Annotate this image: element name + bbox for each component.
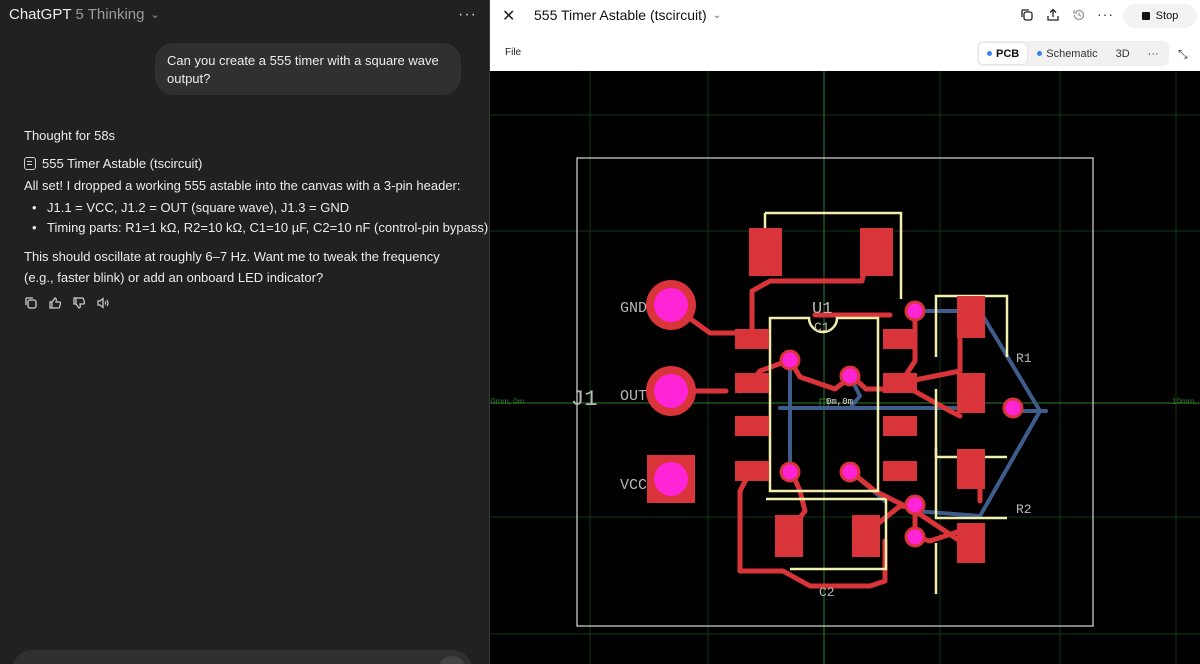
tab-pcb[interactable]: PCB: [979, 43, 1028, 64]
ref-j1: J1: [571, 387, 597, 412]
chat-pane: ChatGPT 5 Thinking ⌄ ··· Can you create …: [0, 0, 489, 664]
close-icon[interactable]: ✕: [502, 6, 515, 26]
more-options-button[interactable]: ···: [1097, 6, 1114, 22]
axis-label-left: 0mm, 0m: [491, 397, 525, 406]
send-button[interactable]: [438, 656, 466, 664]
copy-icon[interactable]: [24, 296, 38, 310]
stop-icon: [1141, 12, 1150, 20]
canvas-header: ✕ 555 Timer Astable (tscircuit) ⌄ ··· St…: [490, 0, 1200, 32]
share-icon[interactable]: [1046, 8, 1060, 22]
chat-header: ChatGPT 5 Thinking ⌄ ···: [0, 0, 489, 32]
model-name: ChatGPT: [9, 6, 72, 23]
ref-u1: U1: [812, 300, 832, 319]
list-item: Timing parts: R1=1 kΩ, R2=10 kΩ, C1=10 µ…: [32, 220, 488, 240]
ref-r1: R1: [1016, 351, 1032, 366]
canvas-title-text: 555 Timer Astable (tscircuit): [534, 7, 707, 23]
copy-icon[interactable]: [1020, 8, 1034, 22]
pin-label-vcc: VCC: [620, 477, 647, 494]
pin-label-gnd: GND: [620, 300, 647, 317]
tab-label: PCB: [996, 47, 1020, 60]
app-window: ChatGPT 5 Thinking ⌄ ··· Can you create …: [0, 0, 1200, 664]
assistant-closing: This should oscillate at roughly 6–7 Hz.…: [24, 249, 440, 285]
stop-label: Stop: [1155, 10, 1179, 22]
tab-label: 3D: [1115, 47, 1130, 60]
pcb-viewer[interactable]: 0mm, 0m 10mm, GND OUT VCC J1 U1 C1 R1 R2…: [490, 71, 1200, 664]
origin-label: 0m,0m: [826, 397, 853, 407]
editor-toolbar: File PCB Schematic 3D ··· ⤡: [490, 38, 1200, 71]
pin-label-out: OUT: [620, 388, 647, 405]
tab-more[interactable]: ···: [1140, 43, 1167, 64]
view-tabs: PCB Schematic 3D ···: [977, 41, 1169, 66]
status-dot: [987, 51, 992, 56]
history-icon[interactable]: [1072, 8, 1086, 22]
canvas-link-label: 555 Timer Astable (tscircuit): [42, 156, 203, 171]
thumbs-up-icon[interactable]: [48, 296, 62, 310]
thumbs-down-icon[interactable]: [72, 296, 86, 310]
user-message: Can you create a 555 timer with a square…: [155, 43, 461, 95]
canvas-pane: ✕ 555 Timer Astable (tscircuit) ⌄ ··· St…: [489, 0, 1200, 664]
read-aloud-icon[interactable]: [96, 296, 110, 310]
model-picker[interactable]: ChatGPT 5 Thinking ⌄: [9, 6, 160, 23]
tab-schematic[interactable]: Schematic: [1029, 43, 1105, 64]
canvas-link[interactable]: 555 Timer Astable (tscircuit): [24, 156, 202, 171]
canvas-title[interactable]: 555 Timer Astable (tscircuit) ⌄: [534, 7, 721, 23]
assistant-bullets: J1.1 = VCC, J1.2 = OUT (square wave), J1…: [32, 200, 488, 240]
tab-label: Schematic: [1046, 47, 1098, 60]
chevron-down-icon: ⌄: [150, 9, 160, 21]
ref-r2: R2: [1016, 502, 1032, 517]
document-icon: [24, 157, 36, 170]
file-menu[interactable]: File: [505, 47, 521, 58]
pcb-canvas[interactable]: 0mm, 0m 10mm, GND OUT VCC J1 U1 C1 R1 R2…: [490, 71, 1200, 664]
message-actions: [24, 296, 110, 310]
model-variant: 5 Thinking: [75, 6, 145, 23]
stop-button[interactable]: Stop: [1123, 4, 1197, 28]
chevron-down-icon: ⌄: [712, 9, 722, 21]
chat-options-button[interactable]: ···: [458, 6, 477, 24]
header-pads: [646, 280, 696, 503]
tab-3d[interactable]: 3D: [1108, 43, 1138, 64]
axis-label-right: 10mm,: [1172, 397, 1196, 406]
message-composer[interactable]: [12, 650, 472, 664]
tab-label: ···: [1147, 47, 1159, 60]
assistant-intro: All set! I dropped a working 555 astable…: [24, 178, 461, 193]
status-dot: [1037, 51, 1043, 56]
ref-c1: C1: [814, 320, 830, 335]
ref-c2: C2: [819, 585, 835, 600]
thought-toggle[interactable]: Thought for 58s: [24, 128, 115, 143]
collapse-icon[interactable]: ⤡: [1178, 47, 1188, 62]
list-item: J1.1 = VCC, J1.2 = OUT (square wave), J1…: [32, 200, 488, 220]
